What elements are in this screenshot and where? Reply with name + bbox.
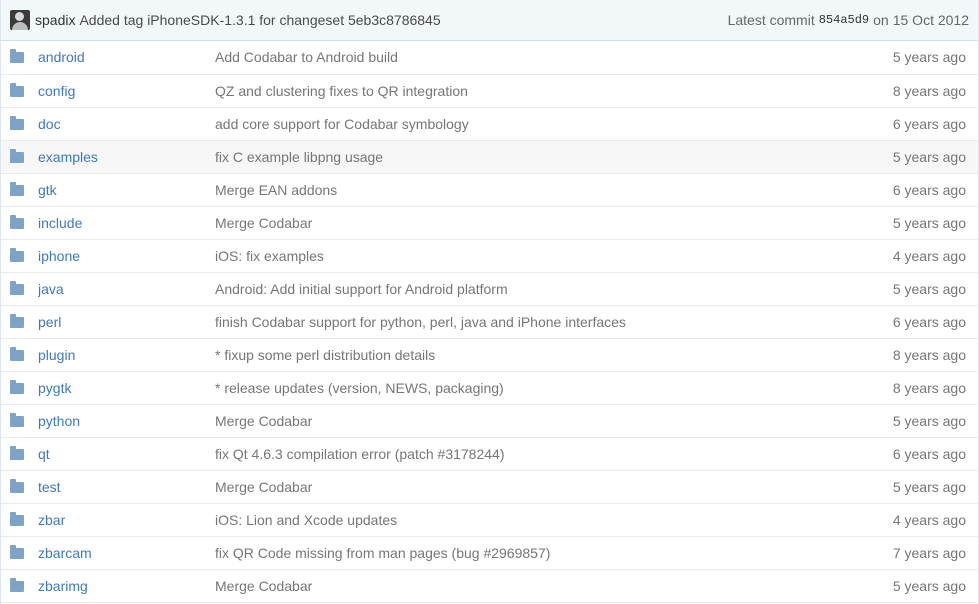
folder-icon [10,247,24,262]
commit-message-link[interactable]: Merge Codabar [215,413,312,429]
directory-link[interactable]: qt [38,446,50,462]
commit-age: 5 years ago [892,148,966,165]
folder-icon [10,115,24,130]
directory-link[interactable]: perl [38,314,61,330]
table-row: qt fix Qt 4.6.3 compilation error (patch … [1,437,978,471]
table-row: java Android: Add initial support for And… [1,272,978,306]
commit-message-link[interactable]: iOS: fix examples [215,248,324,264]
on-label: on [873,12,889,28]
table-row: zbar iOS: Lion and Xcode updates 4 years a… [1,503,978,537]
table-row: config QZ and clustering fixes to QR inte… [1,74,978,108]
latest-commit-info: Latest commit 854a5d9 on 15 Oct 2012 [728,12,969,28]
folder-icon [10,148,24,163]
directory-link[interactable]: java [38,281,64,297]
folder-icon [10,511,24,526]
table-row: android Add Codabar to Android build 5 yea… [1,41,978,75]
commit-age: 4 years ago [892,511,966,528]
commit-message-link[interactable]: * release updates (version, NEWS, packag… [215,380,504,396]
folder-icon [10,181,24,196]
directory-link[interactable]: config [38,83,75,99]
directory-link[interactable]: plugin [38,347,75,363]
table-row: examples fix C example libpng usage 5 year… [1,140,978,174]
commit-message-link[interactable]: Merge Codabar [215,215,312,231]
folder-icon [10,478,24,493]
table-row: test Merge Codabar 5 years ago [1,470,978,504]
directory-link[interactable]: android [38,49,85,65]
commit-message-link[interactable]: Android: Add initial support for Android… [215,281,508,297]
commit-message-link[interactable]: fix C example libpng usage [215,149,383,165]
table-row: plugin * fixup some perl distribution det… [1,338,978,372]
commit-message-link[interactable]: iOS: Lion and Xcode updates [215,512,397,528]
directory-link[interactable]: doc [38,116,61,132]
directory-link[interactable]: python [38,413,80,429]
table-row: include Merge Codabar 5 years ago [1,206,978,240]
commit-message-link[interactable]: Add Codabar to Android build [215,49,398,65]
commit-age: 5 years ago [892,49,966,66]
commit-age: 8 years ago [892,379,966,396]
table-row: iphone iOS: fix examples 4 years ago [1,239,978,273]
directory-link[interactable]: gtk [38,182,57,198]
folder-icon [10,412,24,427]
folder-icon [10,379,24,394]
folder-icon [10,49,24,64]
files-table: android Add Codabar to Android build 5 yea… [1,41,978,603]
commit-author-link[interactable]: spadix [35,12,75,28]
commit-message-link[interactable]: Added tag iPhoneSDK-1.3.1 for changeset … [79,12,440,28]
folder-icon [10,214,24,229]
directory-link[interactable]: examples [38,149,98,165]
table-row: zbarimg Merge Codabar 5 years ago [1,569,978,603]
commit-age: 5 years ago [892,214,966,231]
folder-icon [10,82,24,97]
commit-age: 6 years ago [892,445,966,462]
commit-age: 8 years ago [892,82,966,99]
directory-link[interactable]: iphone [38,248,80,264]
table-row: zbarcam fix QR Code missing from man page… [1,536,978,570]
commit-age: 6 years ago [892,115,966,132]
commit-age: 6 years ago [892,181,966,198]
table-row: doc add core support for Codabar symbolog… [1,107,978,141]
commit-age: 4 years ago [892,247,966,264]
table-row: python Merge Codabar 5 years ago [1,404,978,438]
commit-message-link[interactable]: Merge Codabar [215,479,312,495]
folder-icon [10,445,24,460]
commit-message-link[interactable]: fix QR Code missing from man pages (bug … [215,545,550,561]
commit-message-link[interactable]: QZ and clustering fixes to QR integratio… [215,83,468,99]
commit-age: 7 years ago [892,544,966,561]
commit-age: 5 years ago [892,478,966,495]
commit-message-link[interactable]: finish Codabar support for python, perl,… [215,314,626,330]
folder-icon [10,577,24,592]
commit-sha-link[interactable]: 854a5d9 [819,13,869,27]
commit-age: 6 years ago [892,313,966,330]
folder-icon [10,313,24,328]
directory-link[interactable]: test [38,479,61,495]
commit-age: 8 years ago [892,346,966,363]
directory-link[interactable]: zbar [38,512,65,528]
commit-age: 5 years ago [892,280,966,297]
table-row: perl finish Codabar support for python, p… [1,305,978,339]
directory-link[interactable]: zbarcam [38,545,92,561]
commit-age: 5 years ago [892,577,966,594]
latest-commit-label: Latest commit [727,12,815,28]
folder-icon [10,346,24,361]
commit-message-link[interactable]: Merge EAN addons [215,182,337,198]
table-row: gtk Merge EAN addons 6 years ago [1,173,978,207]
commit-message-link[interactable]: fix Qt 4.6.3 compilation error (patch #3… [215,446,505,462]
table-row: pygtk * release updates (version, NEWS, p… [1,371,978,405]
commit-message-link[interactable]: Merge Codabar [215,578,312,594]
folder-icon [10,280,24,295]
directory-link[interactable]: zbarimg [38,578,88,594]
commit-message-link[interactable]: add core support for Codabar symbology [215,116,469,132]
commit-tease: spadix Added tag iPhoneSDK-1.3.1 for cha… [1,0,978,41]
directory-link[interactable]: include [38,215,82,231]
commit-date: 15 Oct 2012 [892,12,969,28]
commit-message-link[interactable]: * fixup some perl distribution details [215,347,435,363]
commit-age: 5 years ago [892,412,966,429]
file-browser: spadix Added tag iPhoneSDK-1.3.1 for cha… [0,0,979,604]
folder-icon [10,544,24,559]
directory-link[interactable]: pygtk [38,380,71,396]
avatar[interactable] [10,10,30,30]
